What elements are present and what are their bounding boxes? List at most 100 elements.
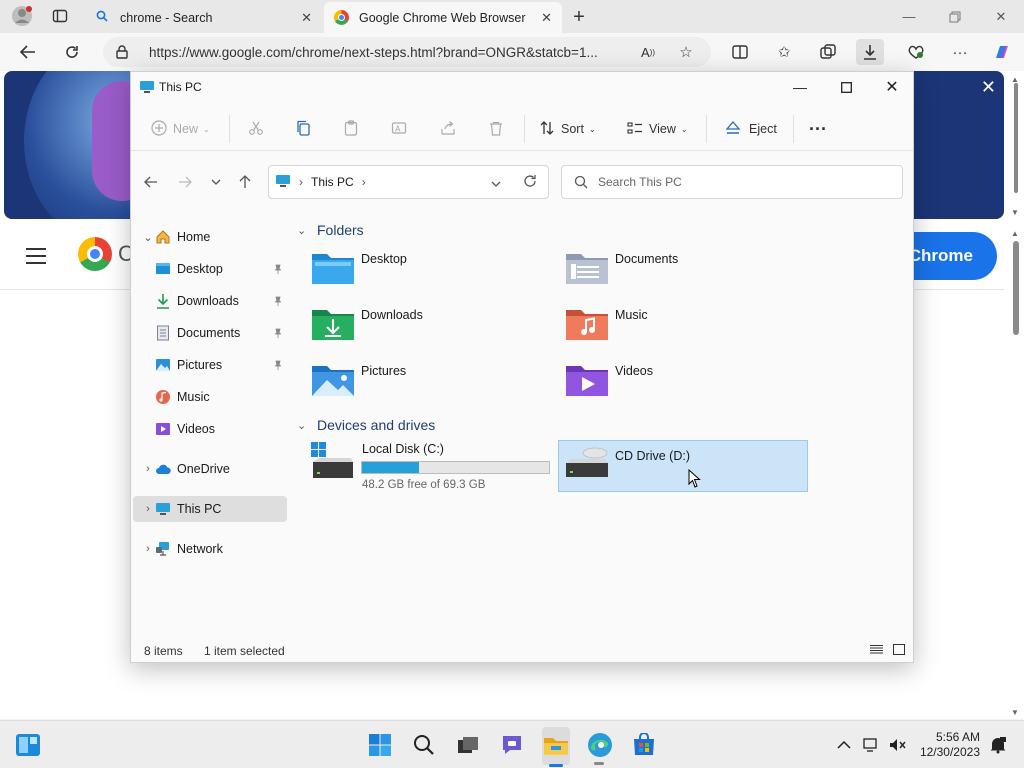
share-button[interactable] — [440, 117, 456, 141]
restore-icon[interactable] — [932, 0, 978, 33]
close-tab-icon[interactable]: ✕ — [301, 10, 312, 26]
sidebar-item-desktop[interactable]: Desktop — [133, 256, 287, 282]
close-browser-icon[interactable]: ✕ — [978, 0, 1024, 33]
task-view-icon[interactable] — [454, 731, 482, 759]
search-box[interactable]: Search This PC — [561, 165, 903, 199]
copy-button[interactable] — [295, 117, 311, 141]
chevron-right-icon[interactable]: › — [141, 543, 155, 555]
folder-downloads[interactable]: Downloads — [311, 306, 551, 354]
lock-icon[interactable] — [112, 43, 132, 61]
details-view-icon[interactable] — [870, 644, 883, 658]
tab-chrome-search[interactable]: chrome - Search ✕ — [86, 2, 322, 33]
pin-icon[interactable] — [273, 263, 283, 277]
folder-desktop[interactable]: Desktop — [311, 250, 551, 298]
view-button[interactable]: View ⌄ — [627, 117, 688, 141]
section-header-folders[interactable]: ⌄ Folders — [297, 220, 364, 240]
back-icon[interactable] — [141, 172, 161, 192]
favorites-icon[interactable]: ✩ — [770, 39, 798, 65]
chevron-down-icon[interactable]: ⌄ — [297, 419, 311, 432]
window-title: This PC — [159, 80, 202, 94]
minimize-icon[interactable]: — — [886, 0, 932, 33]
close-banner-icon[interactable]: ✕ — [981, 77, 996, 98]
explorer-maximize-icon[interactable] — [823, 72, 869, 102]
folder-pictures[interactable]: Pictures — [311, 362, 551, 410]
banner-scrollbar[interactable]: ▲ ▼ — [1011, 71, 1021, 219]
collections-icon[interactable] — [814, 39, 842, 65]
tab-actions-icon[interactable] — [50, 6, 70, 26]
drive-local-disk-c[interactable]: Local Disk (C:) 48.2 GB free of 69.3 GB — [311, 440, 561, 492]
forward-icon[interactable] — [175, 172, 195, 192]
tab-google-chrome[interactable]: Google Chrome Web Browser ✕ — [324, 2, 562, 33]
breadcrumb[interactable]: › This PC › — [268, 165, 549, 199]
new-tab-icon[interactable]: + — [568, 6, 590, 28]
close-tab-icon[interactable]: ✕ — [541, 10, 552, 26]
chevron-right-icon[interactable]: › — [141, 503, 155, 515]
recent-locations-icon[interactable] — [206, 172, 226, 192]
pin-icon[interactable] — [273, 359, 283, 373]
sidebar-item-music[interactable]: Music — [133, 384, 287, 410]
see-more-button[interactable]: ··· — [809, 117, 827, 141]
chevron-right-icon: › — [299, 175, 303, 189]
cut-button[interactable] — [248, 117, 264, 141]
pin-icon[interactable] — [273, 295, 283, 309]
refresh-icon[interactable] — [523, 174, 537, 191]
sort-button[interactable]: Sort ⌄ — [539, 117, 596, 141]
chevron-right-icon[interactable]: › — [362, 175, 366, 189]
profile-avatar-icon[interactable] — [10, 4, 34, 28]
page-scrollbar[interactable]: ▲ ▼ — [1011, 229, 1021, 717]
sidebar-item-home[interactable]: ⌄ Home — [133, 224, 287, 250]
notification-icon[interactable] — [984, 731, 1012, 759]
paste-button[interactable] — [343, 117, 359, 141]
breadcrumb-this-pc[interactable]: This PC — [311, 175, 354, 189]
large-icons-view-icon[interactable] — [893, 644, 905, 658]
read-aloud-icon[interactable]: A)) — [634, 39, 662, 65]
delete-button[interactable] — [488, 117, 504, 141]
edge-browser-icon[interactable] — [586, 731, 614, 765]
explorer-minimize-icon[interactable]: — — [777, 72, 823, 102]
file-explorer-taskbar-icon[interactable] — [542, 727, 570, 767]
volume-muted-icon[interactable] — [884, 731, 912, 759]
folder-music[interactable]: Music — [565, 306, 805, 354]
network-status-icon[interactable] — [858, 731, 886, 759]
sidebar-item-downloads[interactable]: Downloads — [133, 288, 287, 314]
sidebar-item-documents[interactable]: Documents — [133, 320, 287, 346]
sidebar-item-onedrive[interactable]: › OneDrive — [133, 456, 287, 482]
pin-icon[interactable] — [273, 327, 283, 341]
hamburger-menu-icon[interactable] — [26, 248, 46, 264]
chevron-right-icon[interactable]: › — [141, 463, 155, 475]
store-icon[interactable] — [630, 731, 658, 759]
sidebar-item-videos[interactable]: Videos — [133, 416, 287, 442]
chevron-down-icon[interactable]: ⌄ — [141, 231, 155, 244]
sidebar-item-network[interactable]: › Network — [133, 536, 287, 562]
favorite-star-icon[interactable]: ☆ — [672, 39, 700, 65]
widgets-icon[interactable] — [14, 731, 42, 759]
sidebar-item-this-pc[interactable]: › This PC — [133, 496, 287, 522]
back-icon[interactable] — [14, 39, 42, 65]
address-dropdown-icon[interactable] — [491, 176, 501, 190]
folder-documents[interactable]: Documents — [565, 250, 805, 298]
eject-button[interactable]: Eject — [725, 117, 777, 141]
folder-videos[interactable]: Videos — [565, 362, 805, 410]
more-options-icon[interactable]: ··· — [946, 39, 974, 65]
new-button[interactable]: New ⌄ — [151, 117, 210, 141]
split-screen-icon[interactable] — [726, 39, 754, 65]
teams-chat-icon[interactable] — [498, 731, 526, 759]
copilot-icon[interactable] — [988, 39, 1016, 65]
address-bar[interactable]: https://www.google.com/chrome/next-steps… — [103, 37, 711, 67]
chevron-down-icon[interactable]: ⌄ — [297, 224, 311, 237]
show-hidden-icons-icon[interactable] — [830, 731, 858, 759]
sidebar-item-pictures[interactable]: Pictures — [133, 352, 287, 378]
explorer-title-bar[interactable]: This PC — ✕ — [131, 72, 913, 104]
drive-cd-d[interactable]: CD Drive (D:) — [558, 440, 808, 492]
start-icon[interactable] — [366, 731, 394, 759]
navigation-row: › This PC › Search This PC — [131, 160, 913, 200]
system-clock[interactable]: 5:56 AM 12/30/2023 — [920, 730, 980, 760]
refresh-icon[interactable] — [58, 39, 86, 65]
search-icon[interactable] — [410, 731, 438, 759]
browser-essentials-icon[interactable] — [902, 39, 930, 65]
rename-button[interactable]: A — [391, 117, 407, 141]
downloads-icon[interactable] — [856, 39, 884, 65]
explorer-close-icon[interactable]: ✕ — [869, 72, 915, 102]
section-header-devices[interactable]: ⌄ Devices and drives — [297, 415, 435, 435]
up-icon[interactable] — [235, 172, 255, 192]
